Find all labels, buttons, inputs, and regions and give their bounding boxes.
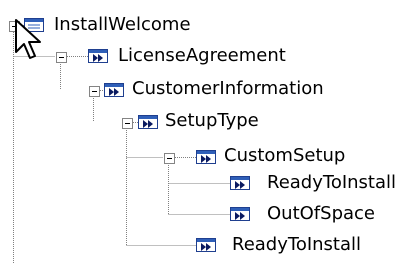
tree-item-customer-information[interactable]: CustomerInformation xyxy=(132,77,324,101)
next-icon xyxy=(230,207,250,221)
tree-item-install-welcome[interactable]: InstallWelcome xyxy=(54,13,191,37)
collapse-toggle-customer-information[interactable] xyxy=(89,86,100,97)
tree-item-custom-setup[interactable]: CustomSetup xyxy=(224,144,345,168)
next-icon xyxy=(196,150,216,164)
collapse-toggle-custom-setup[interactable] xyxy=(164,153,175,164)
collapse-toggle-license-agreement[interactable] xyxy=(56,52,67,63)
next-icon xyxy=(104,83,124,97)
tree-item-ready-to-install-2[interactable]: ReadyToInstall xyxy=(232,233,361,257)
mouse-pointer-icon xyxy=(15,19,41,59)
tree-item-out-of-space[interactable]: OutOfSpace xyxy=(267,202,375,226)
tree-item-setup-type[interactable]: SetupType xyxy=(165,109,259,133)
next-icon xyxy=(196,238,216,252)
next-icon xyxy=(88,49,108,63)
tree-item-ready-to-install-1[interactable]: ReadyToInstall xyxy=(267,171,396,195)
collapse-toggle-setup-type[interactable] xyxy=(122,118,133,129)
dialog-sequence-tree: InstallWelcome LicenseAgreement Customer… xyxy=(0,0,416,264)
next-icon xyxy=(138,115,158,129)
tree-item-license-agreement[interactable]: LicenseAgreement xyxy=(118,44,286,68)
next-icon xyxy=(230,176,250,190)
